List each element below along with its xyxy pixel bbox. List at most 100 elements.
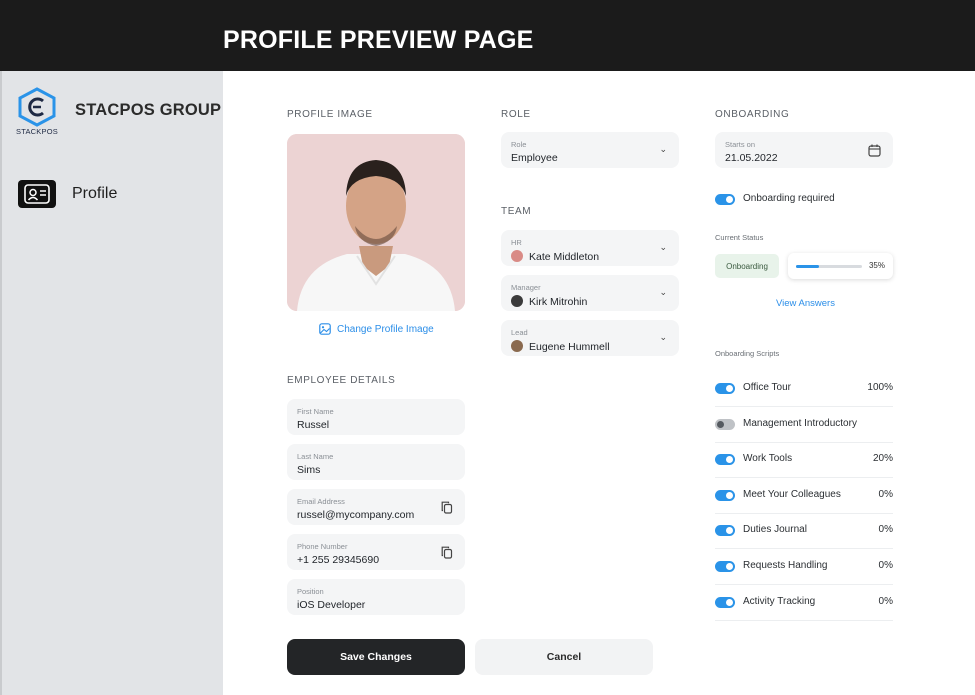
phone-label: Phone Number	[297, 542, 348, 551]
view-answers-link[interactable]: View Answers	[776, 298, 835, 309]
chevron-down-icon: ⌄	[659, 144, 667, 154]
change-profile-image-link[interactable]: Change Profile Image	[319, 323, 434, 335]
manager-label: Manager	[511, 283, 541, 292]
onboarding-heading: ONBOARDING	[715, 109, 790, 120]
script-toggle[interactable]	[715, 561, 735, 572]
position-value: iOS Developer	[297, 599, 366, 611]
script-percent: 0%	[878, 595, 893, 607]
role-label: Role	[511, 140, 527, 149]
email-label: Email Address	[297, 497, 345, 506]
onboarding-required-label: Onboarding required	[743, 193, 835, 204]
email-field[interactable]: Email Address russel@mycompany.com	[287, 489, 465, 525]
position-label: Position	[297, 587, 324, 596]
progress-percent: 35%	[868, 261, 885, 270]
role-value: Employee	[511, 152, 558, 164]
hr-value-wrap: Kate Middleton	[511, 250, 599, 263]
chevron-down-icon: ⌄	[659, 287, 667, 297]
brand-name: STACPOS GROUP	[75, 101, 222, 119]
lead-select[interactable]: Lead Eugene Hummell ⌄	[501, 320, 679, 356]
script-name: Duties Journal	[743, 524, 807, 536]
list-item: Duties Journal 0%	[715, 513, 893, 550]
sidebar: STACKPOS STACPOS GROUP Profile	[0, 71, 223, 695]
script-toggle[interactable]	[715, 489, 735, 501]
profile-image-heading: PROFILE IMAGE	[287, 109, 373, 120]
onboarding-scripts-label: Onboarding Scripts	[715, 349, 780, 358]
employee-details-heading: EMPLOYEE DETAILS	[287, 375, 396, 386]
phone-value: +1 255 29345690	[297, 554, 380, 566]
calendar-icon[interactable]	[868, 144, 881, 157]
first-name-value: Russel	[297, 419, 330, 431]
main-content: PROFILE IMAGE Change Profile Image EMPLO…	[223, 71, 975, 695]
hexagon-logo-icon	[18, 87, 56, 127]
script-percent: 20%	[872, 453, 893, 465]
avatar	[511, 250, 523, 262]
list-item: Requests Handling 0%	[715, 549, 893, 585]
script-name: Requests Handling	[743, 560, 828, 571]
brand-logo: STACKPOS	[16, 87, 58, 139]
list-item: Work Tools 20%	[715, 442, 893, 479]
start-date-label: Starts on	[725, 140, 756, 149]
copy-icon[interactable]	[441, 501, 453, 514]
status-badge: Onboarding	[715, 254, 779, 278]
chevron-down-icon: ⌄	[659, 332, 667, 342]
script-percent: 0%	[878, 560, 893, 571]
save-changes-button[interactable]: Save Changes	[287, 639, 465, 675]
cancel-button[interactable]: Cancel	[475, 639, 653, 675]
sidebar-item-profile[interactable]: Profile	[18, 178, 208, 210]
manager-value-wrap: Kirk Mitrohin	[511, 295, 587, 308]
script-name: Management Introductory	[743, 417, 857, 429]
list-item: Activity Tracking 0%	[715, 585, 893, 621]
top-bar: PROFILE PREVIEW PAGE	[0, 0, 975, 71]
last-name-label: Last Name	[297, 452, 334, 461]
image-icon	[319, 323, 331, 335]
onboarding-required-toggle[interactable]	[715, 194, 735, 205]
script-name: Work Tools	[743, 453, 793, 465]
avatar	[511, 340, 523, 352]
lead-label: Lead	[511, 328, 528, 337]
person-portrait-icon	[287, 134, 465, 311]
list-item: Office Tour 100%	[715, 371, 893, 407]
position-field[interactable]: Position iOS Developer	[287, 579, 465, 615]
script-toggle[interactable]	[715, 525, 735, 537]
change-profile-image-label: Change Profile Image	[337, 323, 434, 335]
progress-track	[796, 265, 862, 268]
role-select[interactable]: Role Employee ⌄	[501, 132, 679, 168]
script-toggle[interactable]	[715, 596, 735, 608]
current-status-label: Current Status	[715, 233, 764, 242]
script-percent: 0%	[878, 524, 893, 536]
last-name-field[interactable]: Last Name Sims	[287, 444, 465, 480]
start-date-field[interactable]: Starts on 21.05.2022	[715, 132, 893, 168]
page-title: PROFILE PREVIEW PAGE	[223, 26, 534, 54]
copy-icon[interactable]	[441, 546, 453, 559]
phone-field[interactable]: Phone Number +1 255 29345690	[287, 534, 465, 570]
sidebar-item-label: Profile	[72, 185, 118, 202]
list-item: Management Introductory	[715, 407, 893, 443]
script-name: Activity Tracking	[743, 595, 816, 607]
hr-value: Kate Middleton	[529, 251, 600, 263]
role-heading: ROLE	[501, 109, 531, 120]
script-name: Meet Your Colleagues	[743, 488, 841, 500]
first-name-label: First Name	[297, 407, 334, 416]
lead-value: Eugene Hummell	[529, 341, 610, 353]
script-toggle[interactable]	[715, 383, 735, 394]
hr-select[interactable]: HR Kate Middleton ⌄	[501, 230, 679, 266]
manager-select[interactable]: Manager Kirk Mitrohin ⌄	[501, 275, 679, 311]
avatar	[511, 295, 523, 307]
script-name: Office Tour	[743, 382, 791, 393]
logo-text: STACKPOS	[16, 127, 58, 136]
chevron-down-icon: ⌄	[659, 242, 667, 252]
lead-value-wrap: Eugene Hummell	[511, 340, 610, 353]
team-heading: TEAM	[501, 206, 532, 217]
progress-fill	[796, 265, 820, 268]
manager-value: Kirk Mitrohin	[529, 296, 588, 308]
list-item: Meet Your Colleagues 0%	[715, 478, 893, 514]
profile-photo[interactable]	[287, 134, 465, 311]
hr-label: HR	[511, 238, 522, 247]
script-toggle[interactable]	[715, 454, 735, 466]
script-percent: 0%	[878, 488, 893, 500]
start-date-value: 21.05.2022	[725, 152, 778, 164]
onboarding-progress: 35%	[788, 253, 893, 279]
id-card-icon	[18, 180, 56, 208]
first-name-field[interactable]: First Name Russel	[287, 399, 465, 435]
script-toggle[interactable]	[715, 418, 735, 430]
